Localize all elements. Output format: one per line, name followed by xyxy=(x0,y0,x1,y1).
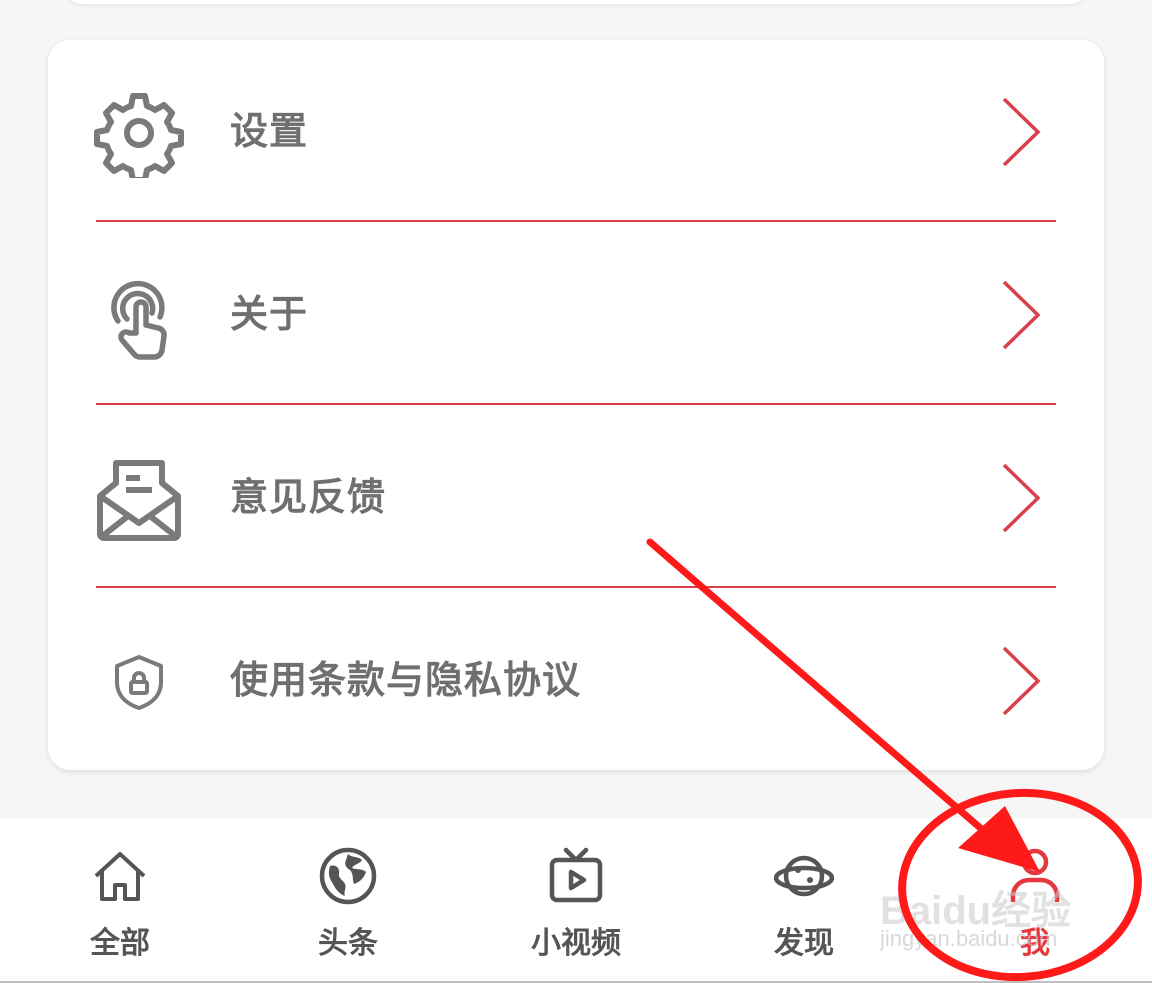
menu-item-terms-privacy[interactable]: 使用条款与隐私协议 xyxy=(48,589,1104,772)
chevron-right-icon xyxy=(994,644,1046,718)
user-icon xyxy=(1005,846,1065,906)
chevron-right-icon xyxy=(994,461,1046,535)
tab-discover[interactable]: 发现 xyxy=(724,818,884,981)
bottom-tab-bar: 全部 头条 小视频 发现 我 xyxy=(0,818,1152,983)
menu-divider xyxy=(96,220,1056,222)
tab-me[interactable]: 我 xyxy=(955,818,1115,981)
menu-item-label: 使用条款与隐私协议 xyxy=(230,658,582,702)
tab-all[interactable]: 全部 xyxy=(40,818,200,981)
menu-item-label: 设置 xyxy=(230,109,309,153)
mail-letter-icon xyxy=(94,454,184,544)
chevron-right-icon xyxy=(994,278,1046,352)
touch-hand-icon xyxy=(94,271,184,361)
tab-short-video[interactable]: 小视频 xyxy=(496,818,656,981)
tv-play-icon xyxy=(546,846,606,906)
home-icon xyxy=(90,846,150,906)
shield-lock-icon xyxy=(94,637,184,727)
chevron-right-icon xyxy=(994,95,1046,169)
tab-headlines[interactable]: 头条 xyxy=(268,818,428,981)
menu-divider xyxy=(96,586,1056,588)
tab-label: 小视频 xyxy=(531,926,621,961)
menu-item-label: 意见反馈 xyxy=(230,475,387,519)
tab-label: 头条 xyxy=(318,926,378,961)
menu-item-settings[interactable]: 设置 xyxy=(48,40,1104,223)
menu-divider xyxy=(96,403,1056,405)
top-card-edge xyxy=(64,0,1088,4)
tab-label: 我 xyxy=(1020,926,1050,961)
globe-icon xyxy=(318,846,378,906)
menu-item-label: 关于 xyxy=(230,292,309,336)
gear-icon xyxy=(94,88,184,178)
tab-label: 发现 xyxy=(774,926,834,961)
planet-icon xyxy=(774,846,834,906)
menu-item-feedback[interactable]: 意见反馈 xyxy=(48,406,1104,589)
tab-label: 全部 xyxy=(90,926,150,961)
menu-item-about[interactable]: 关于 xyxy=(48,223,1104,406)
settings-menu-card: 设置 关于 意见反馈 使用条款与隐私协议 xyxy=(48,40,1104,770)
